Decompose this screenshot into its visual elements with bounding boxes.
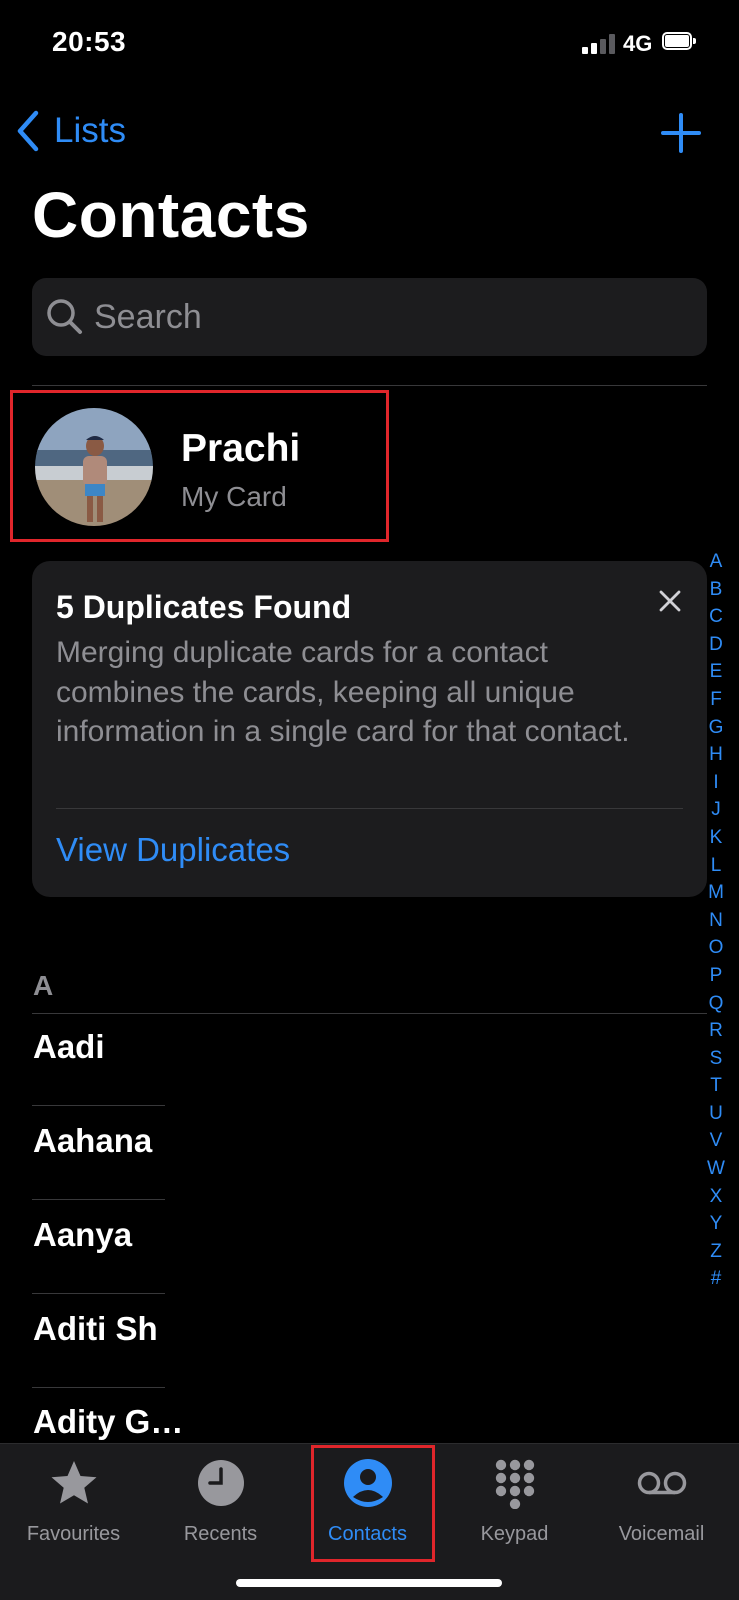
highlight-box — [311, 1445, 435, 1562]
duplicates-title: 5 Duplicates Found — [56, 589, 352, 625]
plus-icon — [661, 113, 701, 153]
divider — [56, 808, 683, 809]
status-time: 20:53 — [52, 26, 127, 57]
index-letter[interactable]: N — [704, 907, 728, 935]
index-letter[interactable]: K — [704, 824, 728, 852]
signal-icon — [582, 34, 618, 54]
back-button[interactable]: Lists — [16, 106, 126, 156]
star-icon — [51, 1461, 96, 1504]
voicemail-icon — [637, 1471, 686, 1495]
index-letter[interactable]: L — [704, 852, 728, 880]
index-letter[interactable]: # — [704, 1265, 728, 1293]
tab-label: Favourites — [26, 1523, 121, 1545]
close-icon — [659, 590, 681, 612]
tab-label: Voicemail — [618, 1523, 705, 1545]
divider — [32, 385, 707, 386]
divider — [32, 1199, 165, 1200]
index-letter[interactable]: U — [704, 1100, 728, 1128]
section-header: A — [33, 970, 54, 1001]
search-input[interactable] — [94, 278, 684, 356]
chevron-left-icon — [17, 110, 39, 152]
index-letter[interactable]: Q — [704, 990, 728, 1018]
my-card-name: Prachi — [181, 427, 301, 470]
index-letter[interactable]: H — [704, 741, 728, 769]
duplicates-banner: 5 Duplicates Found Merging duplicate car… — [32, 561, 707, 897]
keypad-icon — [495, 1459, 534, 1509]
index-letter[interactable]: P — [704, 962, 728, 990]
avatar — [35, 408, 153, 526]
add-contact-button[interactable] — [660, 112, 702, 154]
view-duplicates-link[interactable]: View Duplicates — [56, 831, 290, 869]
contact-row[interactable]: Aanya — [33, 1204, 132, 1266]
index-letter[interactable]: A — [704, 548, 728, 576]
index-letter[interactable]: O — [704, 934, 728, 962]
index-letter[interactable]: Z — [704, 1238, 728, 1266]
index-letter[interactable]: R — [704, 1017, 728, 1045]
contact-row[interactable]: Aditi Sh — [33, 1298, 158, 1360]
index-letter[interactable]: Y — [704, 1210, 728, 1238]
index-letter[interactable]: F — [704, 686, 728, 714]
divider — [32, 1105, 165, 1106]
index-letter[interactable]: E — [704, 658, 728, 686]
tab-label: Keypad — [480, 1523, 549, 1545]
back-label: Lists — [54, 111, 126, 150]
index-letter[interactable]: X — [704, 1183, 728, 1211]
alphabet-index[interactable]: A B C D E F G H I J K L M N O P Q R S T U V W X Y Z # — [704, 548, 728, 1293]
search-field[interactable] — [32, 278, 707, 356]
tab-favourites[interactable]: Favourites — [0, 1443, 147, 1563]
search-icon — [47, 299, 82, 334]
close-button[interactable] — [652, 583, 688, 619]
contact-row[interactable]: Aahana — [33, 1110, 152, 1172]
network-type: 4G — [623, 31, 653, 56]
index-letter[interactable]: C — [704, 603, 728, 631]
battery-icon — [662, 32, 698, 52]
contact-row[interactable]: Aadi — [33, 1016, 105, 1078]
index-letter[interactable]: W — [704, 1155, 728, 1183]
duplicates-description: Merging duplicate cards for a contact co… — [56, 636, 630, 748]
divider — [32, 1293, 165, 1294]
home-indicator — [236, 1579, 502, 1587]
clock-icon — [197, 1460, 244, 1506]
index-letter[interactable]: T — [704, 1072, 728, 1100]
index-letter[interactable]: M — [704, 879, 728, 907]
divider — [32, 1387, 165, 1388]
index-letter[interactable]: V — [704, 1127, 728, 1155]
divider — [32, 1013, 707, 1014]
index-letter[interactable]: S — [704, 1045, 728, 1073]
my-card[interactable]: Prachi My Card — [10, 390, 389, 542]
index-letter[interactable]: J — [704, 796, 728, 824]
tab-voicemail[interactable]: Voicemail — [588, 1443, 735, 1563]
page-title: Contacts — [32, 179, 310, 251]
index-letter[interactable]: B — [704, 576, 728, 604]
tab-recents[interactable]: Recents — [147, 1443, 294, 1563]
tab-label: Recents — [183, 1523, 258, 1545]
tab-bar: Favourites Recents Contacts Keypad Voice… — [0, 1443, 739, 1600]
index-letter[interactable]: D — [704, 631, 728, 659]
tab-keypad[interactable]: Keypad — [441, 1443, 588, 1563]
my-card-subtitle: My Card — [181, 481, 287, 512]
index-letter[interactable]: G — [704, 714, 728, 742]
index-letter[interactable]: I — [704, 769, 728, 797]
